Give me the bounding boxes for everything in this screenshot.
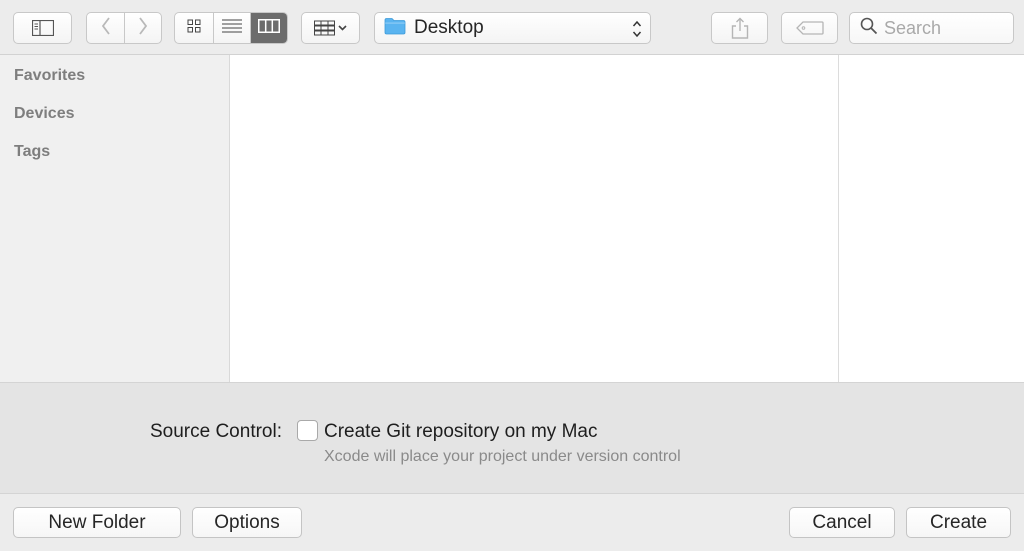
sidebar-section-devices[interactable]: Devices — [14, 105, 75, 123]
source-control-label: Source Control: — [149, 421, 282, 442]
view-mode-control — [174, 12, 288, 44]
cancel-button[interactable]: Cancel — [789, 507, 895, 538]
updown-chevron-icon — [632, 20, 642, 43]
chevron-right-icon — [138, 16, 148, 40]
grid-icon — [187, 19, 201, 38]
sidebar-toggle-button[interactable] — [13, 12, 72, 44]
sidebar-section-tags[interactable]: Tags — [14, 143, 50, 161]
navigation-control — [86, 12, 162, 44]
chevron-left-icon — [101, 16, 111, 40]
button-bar: New Folder Options Cancel Create — [0, 494, 1024, 551]
toolbar: Desktop Search — [0, 0, 1024, 55]
icon-view-button[interactable] — [175, 13, 213, 43]
share-button[interactable] — [711, 12, 768, 44]
tag-button[interactable] — [781, 12, 838, 44]
folder-icon — [384, 17, 406, 40]
git-repository-checkbox-label[interactable]: Create Git repository on my Mac — [324, 421, 597, 443]
search-field[interactable]: Search — [849, 12, 1014, 44]
sidebar: Favorites Devices Tags — [0, 55, 230, 382]
back-button[interactable] — [87, 13, 124, 43]
column-view-button[interactable] — [250, 13, 287, 43]
search-placeholder: Search — [884, 17, 942, 38]
browser-column[interactable] — [230, 55, 838, 382]
arrange-icon — [313, 20, 348, 36]
location-popup[interactable]: Desktop — [374, 12, 651, 44]
list-view-button[interactable] — [213, 13, 250, 43]
git-repository-checkbox[interactable] — [297, 420, 318, 441]
options-button[interactable]: Options — [192, 507, 302, 538]
browser-column-secondary[interactable] — [838, 55, 1024, 382]
columns-icon — [258, 18, 280, 38]
new-folder-button[interactable]: New Folder — [13, 507, 181, 538]
sidebar-icon — [31, 20, 54, 36]
search-icon — [860, 17, 878, 40]
version-control-hint: Xcode will place your project under vers… — [324, 448, 681, 465]
create-button[interactable]: Create — [906, 507, 1011, 538]
accessory-panel: Source Control: Create Git repository on… — [0, 382, 1024, 494]
list-icon — [222, 19, 242, 38]
location-label: Desktop — [414, 17, 484, 38]
forward-button[interactable] — [124, 13, 161, 43]
tag-icon — [795, 21, 824, 35]
share-icon — [731, 17, 749, 39]
sidebar-section-favorites[interactable]: Favorites — [14, 67, 85, 85]
arrange-button[interactable] — [301, 12, 360, 44]
